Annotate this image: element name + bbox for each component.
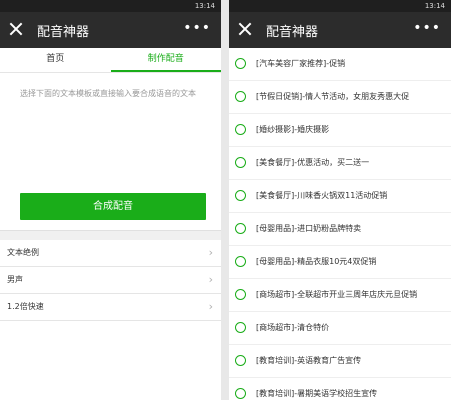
radio-circle-icon[interactable] — [235, 157, 246, 168]
template-label: [汽车美容厂家推荐]-促销 — [256, 59, 346, 68]
list-item[interactable]: [教育培训]-暑期美语学校招生宣传 — [229, 378, 451, 400]
template-list: [汽车美容厂家推荐]-促销 [节假日促销]-情人节活动，女朋友秀惠大促 [婚纱摄… — [229, 48, 451, 400]
chevron-right-icon: › — [208, 273, 213, 286]
radio-circle-icon[interactable] — [235, 355, 246, 366]
screen-divider — [221, 0, 229, 400]
template-label: [美食餐厅]-川味香火锅双11活动促销 — [256, 191, 388, 200]
list-item[interactable]: [商场超市]-清仓特价 — [229, 312, 451, 345]
list-item[interactable]: [节假日促销]-情人节活动，女朋友秀惠大促 — [229, 81, 451, 114]
radio-circle-icon[interactable] — [235, 58, 246, 69]
setting-voice[interactable]: 男声 › — [0, 267, 221, 294]
title-bar: 配音神器 ••• — [229, 12, 451, 48]
close-icon[interactable] — [9, 22, 23, 36]
synthesize-button[interactable]: 合成配音 — [20, 193, 206, 220]
page-title: 配音神器 — [37, 25, 90, 40]
template-label: [母婴用品]-进口奶粉品牌特卖 — [256, 224, 362, 233]
list-item[interactable]: [美食餐厅]-优惠活动，买二送一 — [229, 147, 451, 180]
chevron-right-icon: › — [208, 300, 213, 313]
template-label: [婚纱摄影]-婚庆摄影 — [256, 125, 330, 134]
more-options-icon[interactable]: ••• — [413, 20, 441, 36]
setting-label: 文本绝例 — [7, 248, 39, 257]
settings-list: 文本绝例 › 男声 › 1.2倍快速 › — [0, 240, 221, 321]
list-item[interactable]: [汽车美容厂家推荐]-促销 — [229, 48, 451, 81]
radio-circle-icon[interactable] — [235, 91, 246, 102]
text-input-hint[interactable]: 选择下面的文本模板或直接输入要合成语音的文本 — [20, 88, 210, 100]
list-item[interactable]: [商场超市]-全联超市开业三周年店庆元旦促销 — [229, 279, 451, 312]
tab-make-voice[interactable]: 制作配音 — [110, 48, 221, 72]
tab-home[interactable]: 首页 — [0, 48, 111, 72]
template-label: [教育培训]-暑期美语学校招生宣传 — [256, 389, 378, 398]
page-title: 配音神器 — [266, 25, 319, 40]
more-options-icon[interactable]: ••• — [183, 20, 211, 36]
list-item[interactable]: [婚纱摄影]-婚庆摄影 — [229, 114, 451, 147]
tabs: 首页 制作配音 — [0, 48, 221, 73]
status-time: 13:14 — [194, 2, 215, 10]
template-label: [美食餐厅]-优惠活动，买二送一 — [256, 158, 370, 167]
template-label: [母婴用品]-精品衣服10元4双促销 — [256, 257, 377, 266]
template-label: [节假日促销]-情人节活动，女朋友秀惠大促 — [256, 92, 410, 101]
template-label: [商场超市]-全联超市开业三周年店庆元旦促销 — [256, 290, 418, 299]
template-label: [教育培训]-英语教育广告宣传 — [256, 356, 362, 365]
radio-circle-icon[interactable] — [235, 289, 246, 300]
radio-circle-icon[interactable] — [235, 322, 246, 333]
radio-circle-icon[interactable] — [235, 124, 246, 135]
setting-label: 1.2倍快速 — [7, 302, 44, 311]
close-icon[interactable] — [238, 22, 252, 36]
radio-circle-icon[interactable] — [235, 223, 246, 234]
list-item[interactable]: [教育培训]-英语教育广告宣传 — [229, 345, 451, 378]
section-divider — [0, 230, 221, 240]
status-bar: 13:14 — [0, 0, 221, 12]
title-bar: 配音神器 ••• — [0, 12, 221, 48]
radio-circle-icon[interactable] — [235, 388, 246, 399]
status-time: 13:14 — [424, 2, 445, 10]
chevron-right-icon: › — [208, 246, 213, 259]
list-item[interactable]: [母婴用品]-精品衣服10元4双促销 — [229, 246, 451, 279]
right-screen: 13:14 配音神器 ••• [汽车美容厂家推荐]-促销 [节假日促销]-情人节… — [229, 0, 451, 400]
radio-circle-icon[interactable] — [235, 256, 246, 267]
status-bar: 13:14 — [229, 0, 451, 12]
list-item[interactable]: [美食餐厅]-川味香火锅双11活动促销 — [229, 180, 451, 213]
left-screen: 13:14 配音神器 ••• 首页 制作配音 选择下面的文本模板或直接输入要合成… — [0, 0, 221, 400]
list-item[interactable]: [母婴用品]-进口奶粉品牌特卖 — [229, 213, 451, 246]
radio-circle-icon[interactable] — [235, 190, 246, 201]
template-label: [商场超市]-清仓特价 — [256, 323, 330, 332]
setting-label: 男声 — [7, 275, 23, 284]
setting-speed[interactable]: 1.2倍快速 › — [0, 294, 221, 321]
setting-text-example[interactable]: 文本绝例 › — [0, 240, 221, 267]
